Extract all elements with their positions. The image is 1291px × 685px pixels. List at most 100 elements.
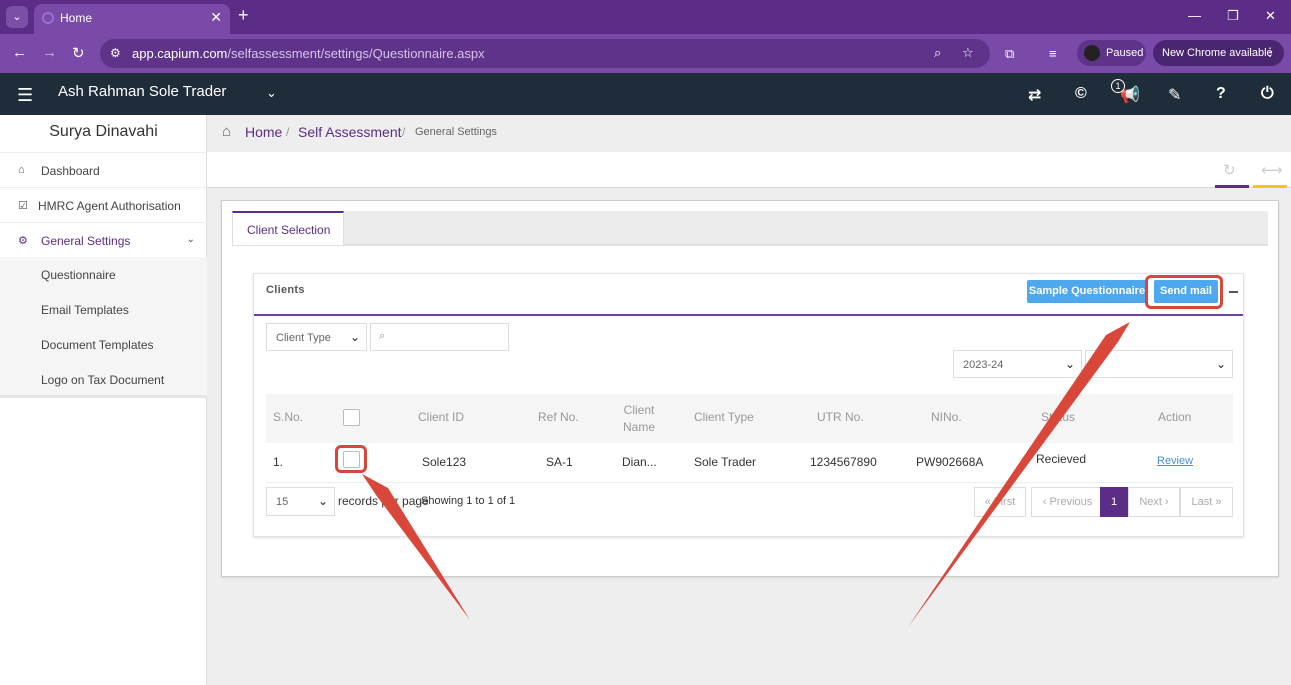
ticket-icon[interactable]: ✎: [1168, 85, 1181, 105]
status-select[interactable]: ⌄: [1085, 350, 1233, 378]
tool-indicator: [1215, 185, 1249, 188]
help-icon[interactable]: ?: [1216, 85, 1226, 103]
company-name[interactable]: Ash Rahman Sole Trader: [58, 83, 226, 100]
page-toolstrip: ↻ ⟷: [207, 152, 1291, 188]
review-link[interactable]: Review: [1157, 455, 1193, 467]
capium-favicon-icon: [42, 12, 54, 24]
bookmark-star-icon[interactable]: ☆: [962, 45, 974, 61]
annotation-send-mail-highlight: [1145, 275, 1223, 309]
refresh-icon[interactable]: ↻: [1223, 161, 1236, 179]
sample-questionnaire-button[interactable]: Sample Questionnaire: [1027, 280, 1147, 303]
pager-first[interactable]: « First: [974, 487, 1026, 517]
subitem-label: Questionnaire: [41, 268, 116, 282]
home-icon[interactable]: ⌂: [222, 123, 231, 140]
search-input[interactable]: [395, 328, 503, 346]
cell-nino: PW902668A: [916, 455, 984, 469]
tab-client-selection[interactable]: Client Selection: [232, 211, 344, 246]
expand-icon[interactable]: ⟷: [1261, 161, 1283, 179]
sidebar-subitem-email-templates[interactable]: Email Templates: [0, 292, 207, 327]
col-client-name: Client Name: [622, 403, 655, 434]
window-close-icon[interactable]: ✕: [1265, 8, 1276, 24]
year-select[interactable]: 2023-24 ⌄: [953, 350, 1082, 378]
subitem-label: Logo on Tax Document: [41, 373, 165, 387]
search-icon: ⌕: [379, 330, 386, 342]
chrome-update-button[interactable]: New Chrome available ⋮: [1153, 40, 1284, 66]
tab-search-button[interactable]: ⌄: [6, 6, 28, 28]
subitem-label: Email Templates: [41, 303, 129, 317]
url-path: /selfassessment/settings/Questionnaire.a…: [227, 46, 485, 61]
cell-status: Recieved: [1036, 452, 1087, 466]
collapse-icon[interactable]: [1229, 291, 1238, 293]
sidebar-item-label: Dashboard: [41, 164, 100, 178]
home-icon: ⌂: [18, 164, 25, 176]
profile-paused-button[interactable]: Paused: [1077, 40, 1146, 66]
sidebar-subitem-logo[interactable]: Logo on Tax Document: [0, 362, 207, 397]
clients-card: Clients Sample Questionnaire Send mail C…: [253, 273, 1244, 537]
col-client-id: Client ID: [418, 410, 465, 424]
clients-title: Clients: [266, 284, 305, 296]
switch-icon[interactable]: ⇄: [1028, 85, 1041, 105]
more-menu-icon[interactable]: ⋮: [1264, 45, 1276, 59]
records-per-page-label: records per page: [338, 494, 429, 508]
pager-current[interactable]: 1: [1100, 487, 1128, 517]
pager-last[interactable]: Last »: [1180, 487, 1233, 517]
profile-avatar: [1084, 45, 1100, 61]
select-all-checkbox[interactable]: [343, 409, 360, 426]
col-nino: NINo.: [931, 410, 962, 424]
table-header: S.No. Client ID Ref No. Client Name Clie…: [266, 394, 1233, 443]
user-name: Surya Dinavahi: [49, 123, 158, 140]
power-icon[interactable]: ⏻: [1261, 85, 1274, 103]
showing-count: Showing 1 to 1 of 1: [421, 495, 516, 507]
address-bar[interactable]: ⚙ app.capium.com/selfassessment/settings…: [100, 39, 990, 68]
clients-header-divider: [254, 314, 1243, 316]
restore-icon[interactable]: ❐: [1227, 8, 1239, 24]
check-square-icon: ☑: [18, 200, 28, 212]
sidebar-subitem-questionnaire[interactable]: Questionnaire: [0, 257, 207, 292]
breadcrumb-current: General Settings: [415, 126, 497, 138]
close-tab-icon[interactable]: ✕: [210, 9, 222, 26]
page-size-value: 15: [276, 496, 289, 508]
reload-icon[interactable]: ↻: [72, 44, 85, 62]
pager-previous[interactable]: ‹ Previous: [1031, 487, 1104, 517]
year-value: 2023-24: [963, 359, 1004, 371]
sidebar-item-hmrc[interactable]: ☑ HMRC Agent Authorisation: [0, 187, 207, 222]
sidebar-item-general-settings[interactable]: ⚙ General Settings ⌄: [0, 222, 207, 257]
cell-client-name: Dian...: [622, 455, 657, 469]
client-search-box[interactable]: ⌕: [370, 323, 509, 351]
zoom-icon[interactable]: ⌕: [934, 45, 941, 61]
browser-tab-home[interactable]: Home ✕: [34, 4, 230, 34]
breadcrumb-separator: /: [286, 125, 290, 139]
col-action: Action: [1158, 410, 1192, 424]
sidebar: Surya Dinavahi ⌂ Dashboard ☑ HMRC Agent …: [0, 115, 207, 685]
tab-label: Client Selection: [247, 223, 331, 237]
notification-badge: 1: [1111, 79, 1125, 93]
page-size-select[interactable]: 15 ⌄: [266, 487, 335, 516]
col-sno: S.No.: [273, 410, 304, 424]
media-control-icon[interactable]: ≡: [1049, 46, 1057, 61]
breadcrumb: ⌂ Home / Self Assessment / General Setti…: [207, 115, 1291, 152]
cell-utr: 1234567890: [810, 455, 877, 469]
minimize-icon[interactable]: —: [1188, 8, 1201, 23]
cell-ref-no: SA-1: [546, 455, 573, 469]
sidebar-subitem-document-templates[interactable]: Document Templates: [0, 327, 207, 362]
breadcrumb-home[interactable]: Home: [245, 124, 282, 140]
capium-logo-icon[interactable]: ©: [1075, 85, 1087, 103]
hamburger-menu-icon[interactable]: ☰: [17, 85, 33, 106]
sidebar-item-dashboard[interactable]: ⌂ Dashboard: [0, 152, 207, 187]
breadcrumb-self-assessment[interactable]: Self Assessment: [298, 124, 402, 140]
pager-next[interactable]: Next ›: [1128, 487, 1180, 517]
chevron-down-icon[interactable]: ⌄: [266, 85, 277, 101]
forward-icon[interactable]: →: [42, 44, 57, 61]
url-text: app.capium.com/selfassessment/settings/Q…: [132, 46, 485, 61]
gears-icon: ⚙: [18, 235, 28, 247]
paused-label: Paused: [1106, 47, 1144, 59]
new-tab-icon[interactable]: +: [238, 5, 249, 26]
back-icon[interactable]: ←: [12, 44, 27, 61]
client-type-select[interactable]: Client Type ⌄: [266, 323, 367, 351]
subitem-label: Document Templates: [41, 338, 154, 352]
extensions-icon[interactable]: ⧉: [1005, 46, 1014, 62]
sidebar-divider: [0, 395, 207, 398]
site-info-icon[interactable]: ⚙: [110, 46, 121, 60]
panel-tabs: Client Selection: [232, 211, 1268, 246]
table-row: 1. Sole123 SA-1 Dian... Sole Trader 1234…: [266, 443, 1233, 483]
